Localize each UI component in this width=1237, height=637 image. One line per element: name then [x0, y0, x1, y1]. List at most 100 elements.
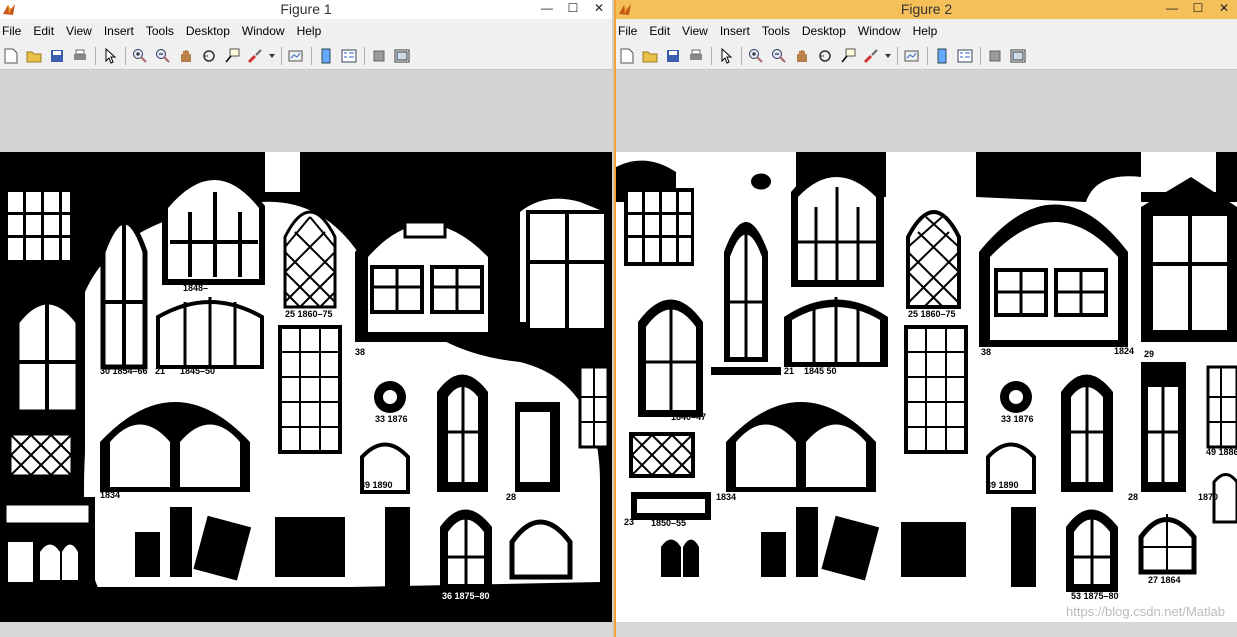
menu-help[interactable]: Help	[297, 24, 328, 38]
brush-dropdown-icon[interactable]	[268, 46, 276, 66]
menu-insert[interactable]: Insert	[104, 24, 140, 38]
maximize-button[interactable]: ☐	[1185, 0, 1211, 19]
menu-view[interactable]: View	[66, 24, 98, 38]
menu-help[interactable]: Help	[913, 24, 944, 38]
window-square-right	[1141, 177, 1237, 342]
new-figure-icon[interactable]	[617, 46, 637, 66]
menu-desktop[interactable]: Desktop	[186, 24, 236, 38]
hide-plot-tools-icon[interactable]	[985, 46, 1005, 66]
menu-edit[interactable]: Edit	[649, 24, 676, 38]
close-button[interactable]: ✕	[586, 0, 612, 19]
toolbar-separator	[741, 47, 742, 65]
binary-image-axes[interactable]: 1848– 25 1860–75 38 1834 30 1854–66 21 1…	[0, 152, 612, 622]
new-figure-icon[interactable]	[1, 46, 21, 66]
zoom-out-icon[interactable]	[769, 46, 789, 66]
menu-desktop[interactable]: Desktop	[802, 24, 852, 38]
binary-image-axes[interactable]: 25 1860–75 38 1824 29 21 1845 50 1840–47…	[616, 152, 1237, 622]
minimize-button[interactable]: —	[534, 0, 560, 19]
year-label: 25 1860–75	[285, 309, 333, 319]
save-icon[interactable]	[663, 46, 683, 66]
window-segmental	[156, 297, 264, 369]
figure-window-2: Figure 2 — ☐ ✕ File Edit View Insert Too…	[614, 0, 1237, 637]
hide-plot-tools-icon[interactable]	[369, 46, 389, 66]
toolbar-separator	[711, 47, 712, 65]
zoom-in-icon[interactable]	[746, 46, 766, 66]
toolbar-separator	[897, 47, 898, 65]
menu-file[interactable]: File	[618, 24, 643, 38]
year-label: 1845–50	[180, 366, 215, 376]
pan-hand-icon[interactable]	[792, 46, 812, 66]
open-file-icon[interactable]	[24, 46, 44, 66]
menu-edit[interactable]: Edit	[33, 24, 60, 38]
window-lattice	[906, 210, 961, 309]
zoom-out-icon[interactable]	[153, 46, 173, 66]
zoom-in-icon[interactable]	[130, 46, 150, 66]
menu-insert[interactable]: Insert	[720, 24, 756, 38]
year-label: 39 1890	[360, 480, 393, 490]
show-plot-tools-icon[interactable]	[392, 46, 412, 66]
brush-icon[interactable]	[245, 46, 265, 66]
figure-toolbar	[0, 43, 612, 70]
data-cursor-icon[interactable]	[838, 46, 858, 66]
menu-tools[interactable]: Tools	[762, 24, 796, 38]
link-plot-icon[interactable]	[902, 46, 922, 66]
window-square-right	[526, 210, 608, 332]
menu-tools[interactable]: Tools	[146, 24, 180, 38]
year-label: 1834	[716, 492, 736, 502]
edit-plot-arrow-icon[interactable]	[100, 46, 120, 66]
window-lancet-left	[100, 219, 148, 370]
maximize-button[interactable]: ☐	[560, 0, 586, 19]
year-label: 49 1886	[1206, 447, 1237, 457]
window-lattice-small	[8, 432, 74, 478]
brush-icon[interactable]	[861, 46, 881, 66]
insert-colorbar-icon[interactable]	[932, 46, 952, 66]
year-label: 53 1875–80	[1071, 591, 1119, 601]
toolbar-separator	[927, 47, 928, 65]
window-arched-top	[162, 174, 265, 285]
year-label: 1834	[490, 346, 510, 356]
pan-hand-icon[interactable]	[176, 46, 196, 66]
open-file-icon[interactable]	[640, 46, 660, 66]
figure-toolbar	[616, 43, 1237, 70]
window-tall-arch-bottom	[1066, 509, 1118, 592]
window-leaded	[904, 325, 968, 454]
data-cursor-icon[interactable]	[222, 46, 242, 66]
toolbar-separator	[95, 47, 96, 65]
menu-bar: File Edit View Insert Tools Desktop Wind…	[0, 19, 612, 43]
rotate-3d-icon[interactable]	[815, 46, 835, 66]
show-plot-tools-icon[interactable]	[1008, 46, 1028, 66]
menu-file[interactable]: File	[2, 24, 27, 38]
link-plot-icon[interactable]	[286, 46, 306, 66]
title-bar[interactable]: Figure 2 — ☐ ✕	[616, 0, 1237, 19]
watermark-text: https://blog.csdn.net/Matlab	[1066, 604, 1225, 619]
window-pointed-left	[638, 299, 703, 417]
print-icon[interactable]	[686, 46, 706, 66]
minimize-button[interactable]: —	[1159, 0, 1185, 19]
edit-plot-arrow-icon[interactable]	[716, 46, 736, 66]
title-bar[interactable]: Figure 1 — ☐ ✕	[0, 0, 612, 19]
figure-background	[0, 70, 612, 146]
close-button[interactable]: ✕	[1211, 0, 1237, 19]
insert-colorbar-icon[interactable]	[316, 46, 336, 66]
status-strip	[616, 622, 1237, 637]
year-label: 27 1864	[1148, 575, 1181, 585]
year-label: 38	[981, 347, 991, 357]
insert-legend-icon[interactable]	[339, 46, 359, 66]
print-icon[interactable]	[70, 46, 90, 66]
toolbar-separator	[281, 47, 282, 65]
rotate-3d-icon[interactable]	[199, 46, 219, 66]
brush-dropdown-icon[interactable]	[884, 46, 892, 66]
window-title: Figure 2	[900, 1, 953, 17]
figure-background	[616, 70, 1237, 146]
menu-window[interactable]: Window	[242, 24, 291, 38]
save-icon[interactable]	[47, 46, 67, 66]
menu-view[interactable]: View	[682, 24, 714, 38]
year-label: 1834	[100, 490, 120, 500]
year-label: 1850–55	[651, 518, 686, 528]
window-tall-arch-bottom	[440, 509, 492, 592]
window-arched-mid	[1061, 374, 1113, 492]
insert-legend-icon[interactable]	[955, 46, 975, 66]
toolbar-separator	[980, 47, 981, 65]
menu-window[interactable]: Window	[858, 24, 907, 38]
year-label: 1840–47	[671, 412, 706, 422]
